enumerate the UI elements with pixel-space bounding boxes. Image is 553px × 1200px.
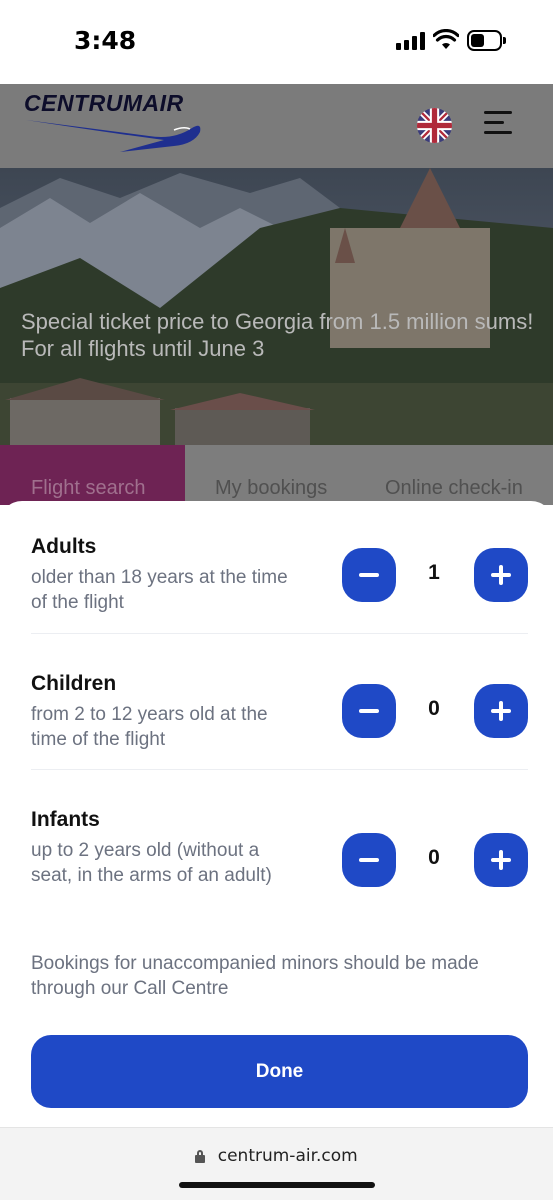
battery-icon: [467, 30, 507, 51]
url-container[interactable]: centrum-air.com: [0, 1146, 553, 1166]
tab-online-check-in[interactable]: Online check-in: [385, 445, 523, 505]
children-count: 0: [428, 697, 440, 720]
hero-image: [0, 168, 553, 445]
adults-title: Adults: [31, 535, 97, 558]
minus-icon: [359, 858, 379, 862]
infants-increment-button[interactable]: [474, 833, 528, 887]
children-title: Children: [31, 672, 117, 695]
divider: [31, 769, 528, 770]
minus-icon: [359, 709, 379, 713]
children-row: Children from 2 to 12 years old at the t…: [31, 672, 528, 752]
infants-row: Infants up to 2 years old (without a sea…: [31, 808, 528, 888]
status-time: 3:48: [74, 26, 137, 55]
infants-description: up to 2 years old (without a seat, in th…: [31, 840, 272, 886]
uk-flag-icon[interactable]: [417, 108, 452, 143]
wifi-icon: [433, 29, 459, 49]
swallow-logo-icon: [26, 120, 201, 152]
adults-count: 1: [428, 561, 440, 584]
status-bar: 3:48: [0, 0, 553, 84]
children-description: from 2 to 12 years old at the time of th…: [31, 704, 268, 750]
infants-decrement-button[interactable]: [342, 833, 396, 887]
unaccompanied-minors-notice: Bookings for unaccompanied minors should…: [31, 953, 479, 999]
promo-line-1: Special ticket price to Georgia from 1.5…: [21, 309, 534, 334]
booking-tabs: Flight search My bookings Online check-i…: [0, 445, 553, 505]
promo-line-2: For all flights until June 3: [21, 336, 265, 361]
done-button[interactable]: Done: [31, 1035, 528, 1108]
centrum-air-logo[interactable]: CENTRUMAIR: [24, 90, 204, 152]
url-text[interactable]: centrum-air.com: [218, 1146, 358, 1166]
tab-my-bookings[interactable]: My bookings: [215, 445, 327, 505]
children-increment-button[interactable]: [474, 684, 528, 738]
lock-icon: [195, 1150, 206, 1163]
adults-row: Adults older than 18 years at the time o…: [31, 535, 528, 615]
promo-text: Special ticket price to Georgia from 1.5…: [21, 308, 551, 362]
home-indicator[interactable]: [179, 1182, 375, 1188]
browser-address-bar[interactable]: centrum-air.com: [0, 1127, 553, 1200]
infants-title: Infants: [31, 808, 100, 831]
divider: [31, 633, 528, 634]
adults-increment-button[interactable]: [474, 548, 528, 602]
minus-icon: [359, 573, 379, 577]
hero-banner[interactable]: [0, 168, 553, 445]
adults-description: older than 18 years at the time of the f…: [31, 567, 288, 613]
children-decrement-button[interactable]: [342, 684, 396, 738]
adults-decrement-button[interactable]: [342, 548, 396, 602]
tab-flight-search[interactable]: Flight search: [0, 445, 185, 505]
cellular-signal-icon: [396, 32, 426, 50]
logo-text: CENTRUMAIR: [24, 90, 184, 116]
infants-count: 0: [428, 846, 440, 869]
passenger-selector-sheet: Adults older than 18 years at the time o…: [0, 501, 553, 1127]
hamburger-menu-icon[interactable]: [484, 109, 514, 135]
